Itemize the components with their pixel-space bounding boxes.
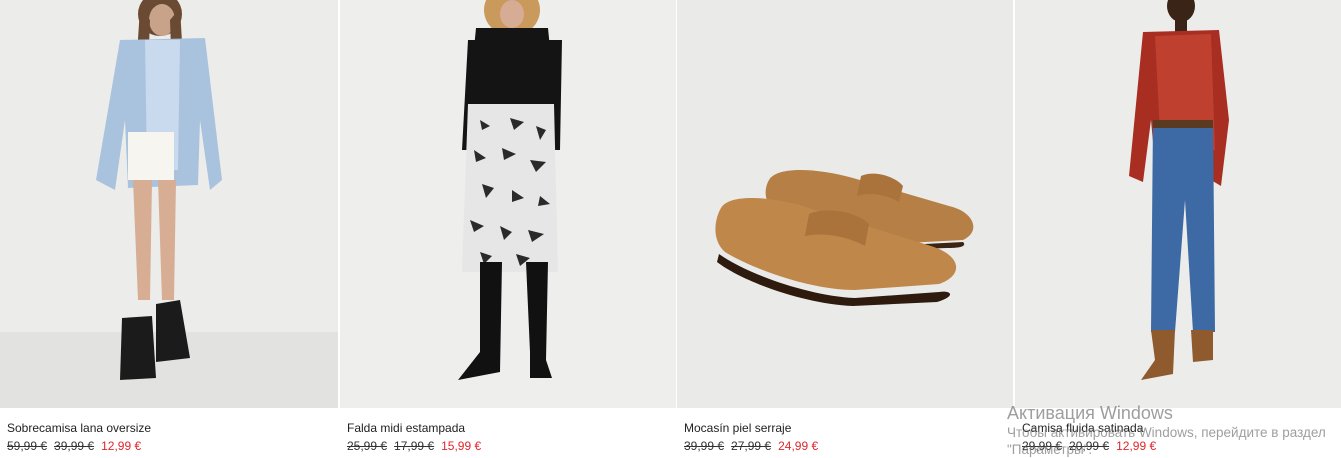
product-name[interactable]: Camisa fluida satinada (1022, 421, 1337, 436)
suede-loafers-photo (677, 0, 1013, 408)
product-name[interactable]: Mocasín piel serraje (684, 421, 1009, 436)
sale-price: 24,99 € (778, 439, 819, 453)
product-image[interactable] (677, 0, 1013, 408)
original-price: 29,99 € (1022, 439, 1063, 453)
previous-price: 39,99 € (54, 439, 95, 453)
previous-price: 17,99 € (394, 439, 435, 453)
product-card[interactable]: Falda midi estampada 25,99 € 17,99 € 15,99… (340, 0, 676, 456)
original-price: 39,99 € (684, 439, 725, 453)
original-price: 59,99 € (7, 439, 48, 453)
previous-price: 27,99 € (731, 439, 772, 453)
product-name[interactable]: Falda midi estampada (347, 421, 672, 436)
product-grid: Sobrecamisa lana oversize 59,99 € 39,99 €… (0, 0, 1341, 456)
sale-price: 12,99 € (1116, 439, 1157, 453)
sale-price: 15,99 € (441, 439, 482, 453)
product-image[interactable] (0, 0, 338, 408)
product-image[interactable] (1015, 0, 1341, 408)
product-card[interactable]: Camisa fluida satinada 29,99 € 20,99 € 12,… (1015, 0, 1341, 456)
sale-price: 12,99 € (101, 439, 142, 453)
previous-price: 20,99 € (1069, 439, 1110, 453)
satin-shirt-photo (1015, 0, 1341, 408)
oversize-wool-overshirt-photo (0, 0, 338, 408)
product-name[interactable]: Sobrecamisa lana oversize (7, 421, 334, 436)
product-image[interactable] (340, 0, 676, 408)
printed-midi-skirt-photo (340, 0, 676, 408)
original-price: 25,99 € (347, 439, 388, 453)
product-card[interactable]: Sobrecamisa lana oversize 59,99 € 39,99 €… (0, 0, 338, 456)
product-card[interactable]: Mocasín piel serraje 39,99 € 27,99 € 24,99… (677, 0, 1013, 456)
